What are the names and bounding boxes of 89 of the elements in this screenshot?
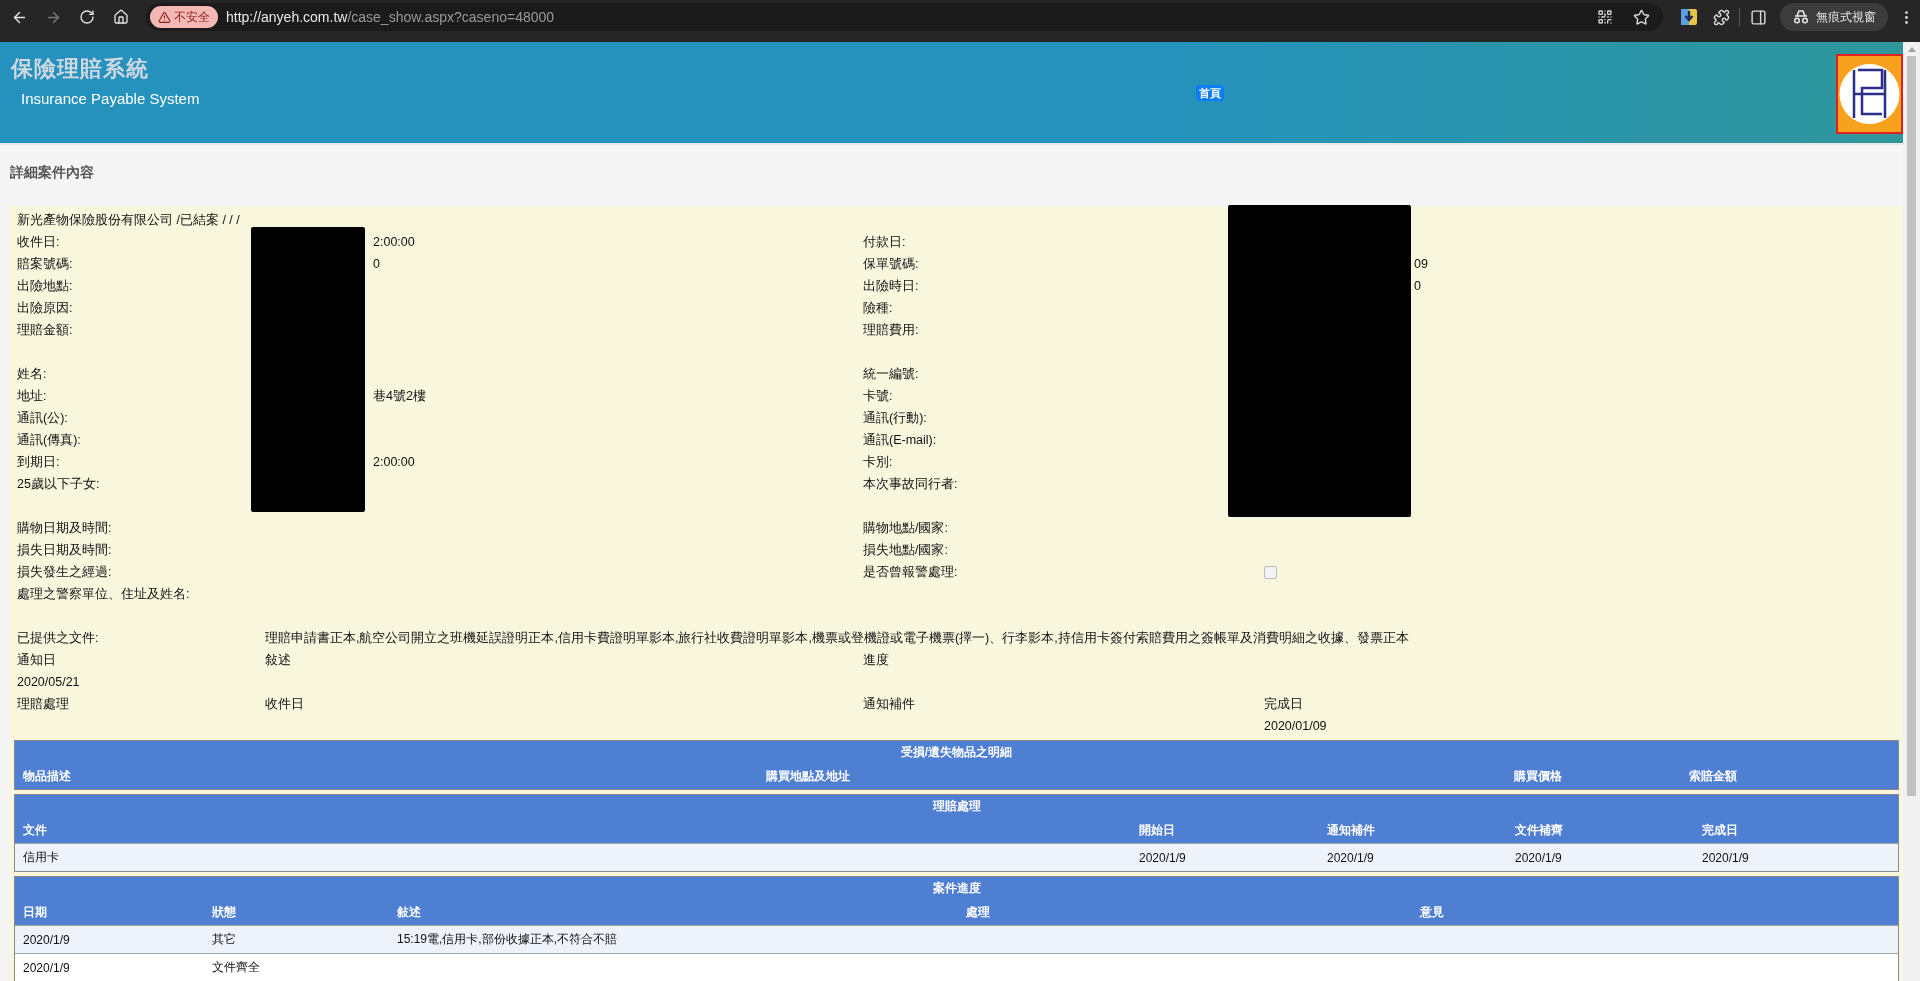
table-cell: 2020/1/9: [1507, 843, 1694, 871]
field-label: 損失發生之經過:: [17, 564, 112, 581]
field-label: 通訊(公):: [17, 410, 68, 427]
field-label: 通訊(E-mail):: [863, 432, 937, 449]
table-cell: 15:19電,信用卡,部份收據正本,不符合不賠: [389, 925, 761, 953]
field-value: 2:00:00: [373, 234, 415, 251]
column-header: 開始日: [1138, 822, 1176, 839]
table-cell: 2020/1/9: [15, 925, 204, 953]
incognito-chip[interactable]: 無痕式視窗: [1780, 3, 1888, 31]
field-label: 統一編號:: [863, 366, 919, 383]
field-label: 本次事故同行者:: [863, 476, 958, 493]
field-label: 損失日期及時間:: [17, 542, 112, 559]
column-header: 完成日: [1701, 822, 1739, 839]
field-value: 2:00:00: [373, 454, 415, 471]
grid-text: 通知日: [17, 652, 56, 669]
home-link[interactable]: 首頁: [1196, 85, 1224, 101]
field-label: 地址:: [17, 388, 47, 405]
field-label: 險種:: [863, 300, 893, 317]
grid-text: 收件日: [265, 696, 304, 713]
field-label: 購物地點/國家:: [863, 520, 948, 537]
field-label: 損失地點/國家:: [863, 542, 948, 559]
security-badge[interactable]: 不安全: [150, 6, 218, 28]
field-value: 巷4號2樓: [373, 388, 426, 405]
table-cell: 2020/1/9: [1319, 843, 1507, 871]
field-label: 賠案號碼:: [17, 256, 73, 273]
table-title: 案件進度: [931, 880, 982, 897]
table-title: 受損/遺失物品之明細: [899, 744, 1014, 761]
table-cell: 文件齊全: [204, 953, 389, 981]
field-label: 處理之警察單位、住址及姓名:: [17, 586, 190, 603]
column-header: 物品描述: [22, 768, 72, 785]
field-label: 是否曾報警處理:: [863, 564, 958, 581]
site-subtitle: Insurance Payable System: [21, 90, 201, 107]
table-cell: 2020/1/9: [1131, 843, 1319, 871]
grid-text: 敍述: [265, 652, 291, 669]
field-label: 已提供之文件:: [17, 630, 99, 647]
incognito-icon: [1792, 10, 1810, 24]
column-header: 通知補件: [1326, 822, 1376, 839]
table-cell: 信用卡: [15, 843, 1131, 871]
column-header: 文件補齊: [1514, 822, 1564, 839]
field-value: 0: [1414, 278, 1421, 295]
column-header: 狀態: [211, 904, 237, 921]
field-value: 09: [1414, 256, 1428, 273]
field-label: 購物日期及時間:: [17, 520, 112, 537]
scrollbar[interactable]: [1903, 42, 1920, 981]
column-header: 購買價格: [1513, 768, 1563, 785]
warning-icon: [158, 10, 171, 24]
table-title: 理賠處理: [931, 798, 982, 815]
home-icon[interactable]: [113, 9, 129, 25]
field-label: 出險原因:: [17, 300, 73, 317]
field-label: 收件日:: [17, 234, 60, 251]
table-cell: 其它: [204, 925, 389, 953]
field-label: 卡別:: [863, 454, 893, 471]
grid-text: 進度: [863, 652, 889, 669]
grid-text: 通知補件: [863, 696, 915, 713]
column-header: 敍述: [396, 904, 422, 921]
grid-text: 2020/01/09: [1264, 718, 1327, 735]
field-label: 通訊(傳真):: [17, 432, 81, 449]
site-title: 保險理賠系統: [11, 55, 150, 83]
column-header: 日期: [22, 904, 48, 921]
column-header: 索賠金額: [1688, 768, 1738, 785]
field-label: 保單號碼:: [863, 256, 919, 273]
field-label: 付款日:: [863, 234, 906, 251]
checkbox[interactable]: [1264, 565, 1277, 579]
table-cell: 2020/1/9: [1694, 843, 1898, 871]
reload-icon[interactable]: [79, 9, 95, 25]
field-label: 卡號:: [863, 388, 893, 405]
grid-text: 2020/05/21: [17, 674, 80, 691]
field-value: 0: [373, 256, 380, 273]
field-label: 通訊(行動):: [863, 410, 927, 427]
column-header: 購買地點及地址: [765, 768, 851, 785]
field-label: 25歲以下子女:: [17, 476, 100, 493]
grid-text: 完成日: [1264, 696, 1303, 713]
case-summary: 新光產物保險股份有限公司 /已結案 / / /: [17, 212, 241, 229]
field-label: 出險地點:: [17, 278, 73, 295]
field-label: 出險時日:: [863, 278, 919, 295]
field-label: 到期日:: [17, 454, 60, 471]
field-label: 姓名:: [17, 366, 47, 383]
logo-icon: [1836, 54, 1903, 134]
field-value: 理賠申請書正本,航空公司開立之班機延誤證明正本,信用卡費證明單影本,旅行社收費證明單影本,機票或登機證或電子機票(擇一)、行李影本,持信用卡簽付索賠費用之簽帳單及消費明細之收據、發票正本: [265, 630, 1409, 647]
url-text[interactable]: http://anyeh.com.tw/case_show.aspx?caseno=48000: [226, 9, 1583, 25]
table-cell: 2020/1/9: [15, 953, 204, 981]
scrollbar-thumb[interactable]: [1907, 56, 1916, 796]
field-label: 理賠金額:: [17, 322, 73, 339]
column-header: 意見: [1419, 904, 1445, 921]
field-label: 理賠費用:: [863, 322, 919, 339]
column-header: 文件: [22, 822, 48, 839]
grid-text: 理賠處理: [17, 696, 69, 713]
column-header: 處理: [965, 904, 991, 921]
page-title: 詳細案件內容: [10, 163, 94, 182]
